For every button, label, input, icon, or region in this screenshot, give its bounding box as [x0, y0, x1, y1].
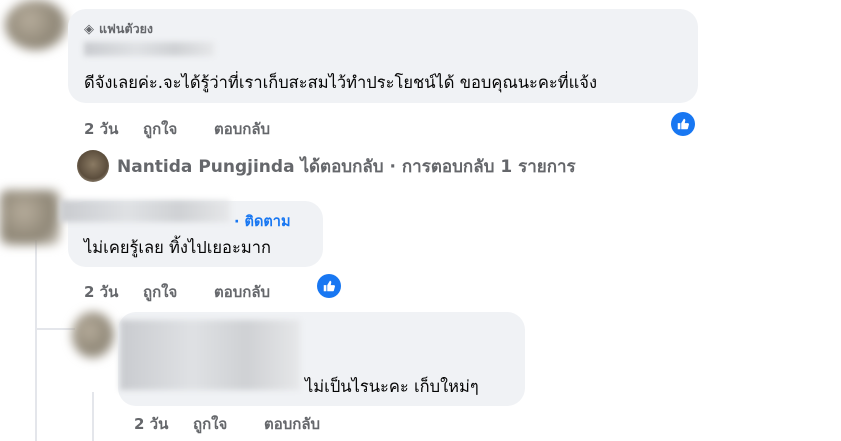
comment-text: ไม่เป็นไรนะคะ เก็บใหม่ๆ — [305, 377, 479, 396]
follow-link[interactable]: · ติดตาม — [234, 210, 291, 233]
avatar — [77, 150, 109, 182]
blurred-username[interactable] — [120, 320, 300, 390]
reply-summary[interactable]: Nantida Pungjinda ได้ตอบกลับ · การตอบกลั… — [77, 150, 576, 182]
reply-button[interactable]: ตอบกลับ — [264, 412, 320, 436]
top-fan-badge: ◈ แฟนตัวยง — [84, 21, 154, 37]
blurred-username[interactable] — [84, 42, 214, 56]
like-button[interactable]: ถูกใจ — [193, 412, 227, 436]
reply-button[interactable]: ตอบกลับ — [214, 117, 270, 141]
thread-line-nested — [92, 392, 94, 441]
comment-time[interactable]: 2 วัน — [84, 117, 118, 141]
like-button[interactable]: ถูกใจ — [143, 280, 177, 304]
comment-text: ไม่เคยรู้เลย ทิ้งไปเยอะมาก — [84, 238, 271, 257]
like-reaction-icon[interactable] — [317, 274, 341, 298]
thread-connector — [35, 328, 75, 330]
comment-time[interactable]: 2 วัน — [134, 412, 168, 436]
thread-line — [35, 240, 37, 441]
avatar[interactable] — [0, 190, 60, 245]
like-button[interactable]: ถูกใจ — [143, 117, 177, 141]
blurred-username[interactable] — [60, 200, 230, 222]
comment-text: ดีจังเลยค่ะ.จะได้รู้ว่าที่เราเก็บสะสมไว้… — [84, 73, 598, 92]
avatar[interactable] — [5, 0, 67, 50]
diamond-icon: ◈ — [84, 21, 94, 37]
reply-button[interactable]: ตอบกลับ — [214, 280, 270, 304]
avatar[interactable] — [72, 312, 114, 358]
comment-time[interactable]: 2 วัน — [84, 280, 118, 304]
like-reaction-icon[interactable] — [671, 112, 695, 136]
